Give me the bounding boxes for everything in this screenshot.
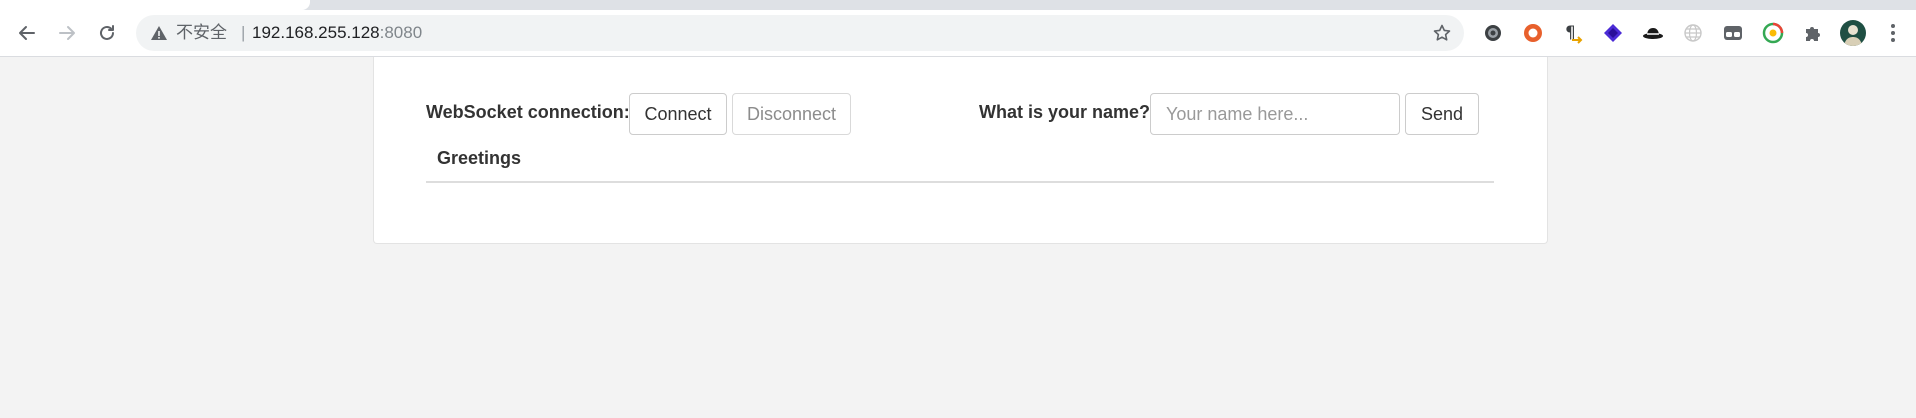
back-button[interactable] (11, 17, 43, 49)
url-port: :8080 (379, 23, 423, 42)
content-panel (373, 57, 1548, 244)
send-button[interactable]: Send (1405, 93, 1479, 135)
orange-ring-extension-icon[interactable] (1521, 21, 1545, 45)
tab-strip (0, 0, 1916, 10)
address-bar[interactable]: 不安全 | 192.168.255.128:8080 (136, 15, 1464, 51)
purple-layers-extension-icon[interactable] (1601, 21, 1625, 45)
puzzle-icon[interactable] (1801, 21, 1825, 45)
name-question-label: What is your name? (979, 102, 1151, 122)
browser-toolbar: 不安全 | 192.168.255.128:8080 ¶ (0, 0, 1916, 57)
forward-button[interactable] (51, 17, 83, 49)
star-icon[interactable] (1432, 23, 1452, 43)
glasses-extension-icon[interactable] (1721, 21, 1745, 45)
disconnect-button[interactable]: Disconnect (732, 93, 851, 135)
sync-extension-icon[interactable] (1761, 21, 1785, 45)
pilcrow-extension-icon[interactable]: ¶ (1561, 21, 1585, 45)
security-status-label[interactable]: 不安全 (176, 24, 227, 42)
arrow-right-icon (59, 26, 75, 40)
greetings-table-header: Greetings (437, 148, 522, 168)
reload-icon (100, 25, 114, 40)
active-tab[interactable] (0, 0, 310, 10)
name-input[interactable] (1150, 93, 1400, 135)
websocket-connection-label: WebSocket connection: (426, 102, 630, 122)
url-host: 192.168.255.128 (252, 23, 380, 42)
connect-button[interactable]: Connect (629, 93, 727, 135)
url-text[interactable]: 192.168.255.128:8080 (252, 24, 422, 42)
profile-avatar[interactable] (1840, 20, 1866, 46)
reload-button[interactable] (91, 17, 123, 49)
vertical-dots-icon[interactable] (1883, 21, 1903, 45)
warning-triangle-icon[interactable] (150, 24, 168, 42)
arrow-left-icon (19, 26, 35, 40)
table-header-divider (426, 181, 1494, 183)
url-separator: | (241, 23, 246, 42)
hat-extension-icon[interactable] (1641, 21, 1665, 45)
gear-extension-icon[interactable] (1481, 21, 1505, 45)
globe-extension-icon[interactable] (1681, 21, 1705, 45)
